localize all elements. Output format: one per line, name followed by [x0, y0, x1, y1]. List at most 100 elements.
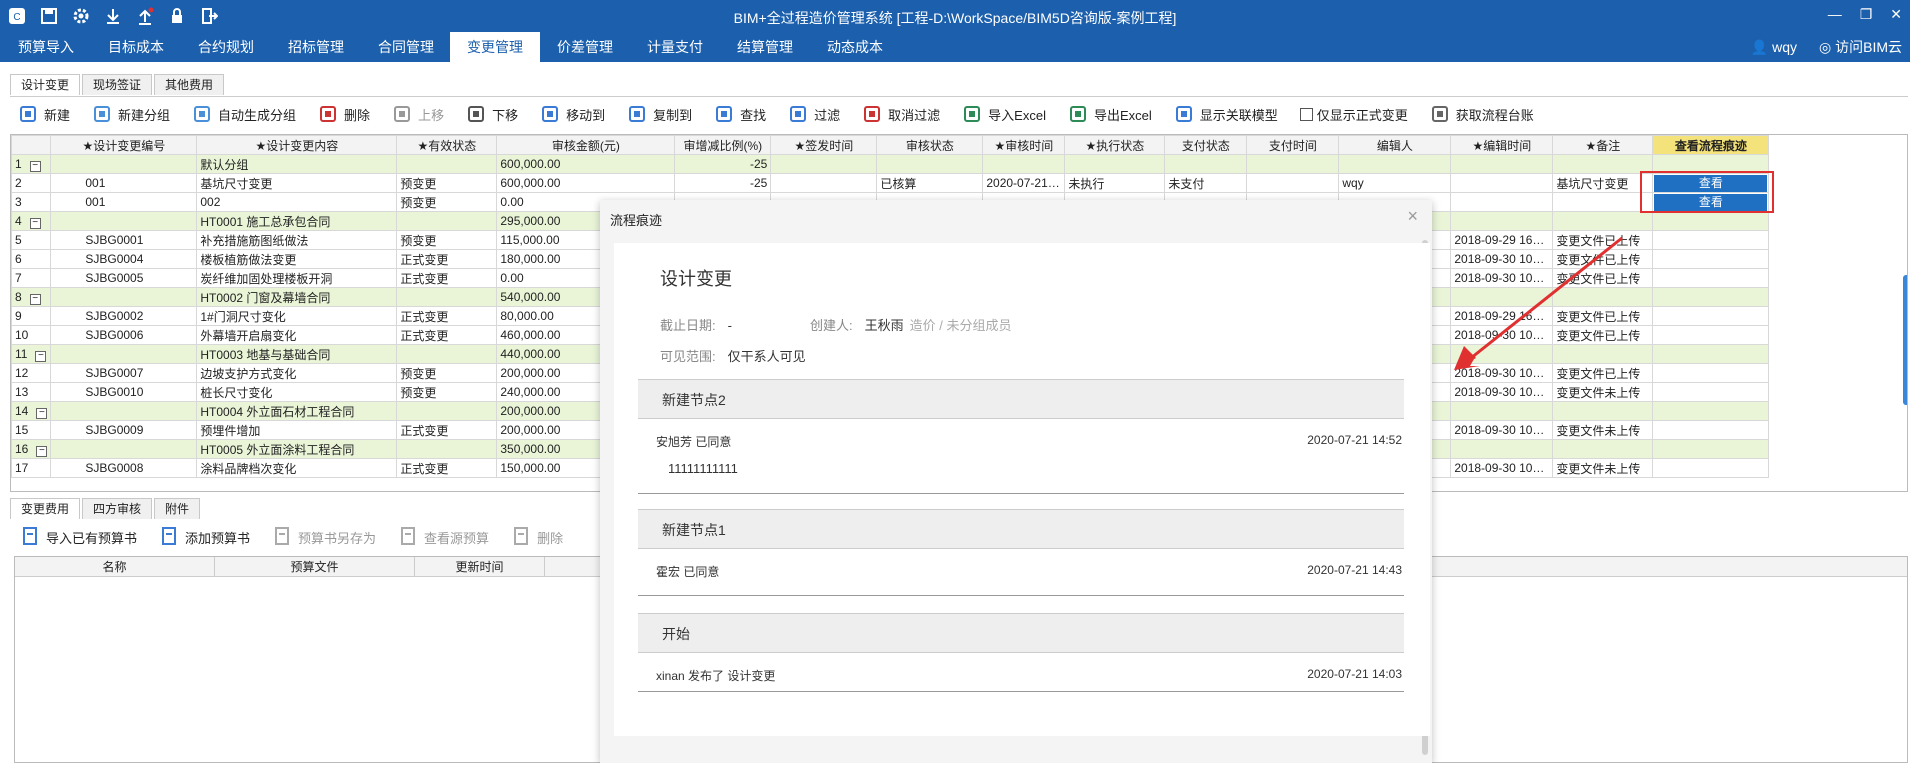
table-cell[interactable] — [1552, 154, 1654, 174]
table-cell[interactable]: 正式变更 — [396, 306, 498, 326]
table-cell[interactable]: 变更文件未上传 — [1552, 420, 1654, 440]
table-cell[interactable] — [1450, 439, 1554, 459]
column-header[interactable]: ★审核时间 — [982, 135, 1066, 155]
menu-change-management[interactable]: 变更管理 — [450, 32, 540, 62]
table-cell[interactable] — [1552, 439, 1654, 459]
minimize-icon[interactable]: — — [1828, 6, 1842, 23]
table-row[interactable]: 2 001 基坑尺寸变更 预变更 600,000.00 -25 已核算 2020-07-21…… — [11, 173, 1770, 193]
column-header[interactable]: 审核状态 — [876, 135, 984, 155]
table-cell[interactable]: 已核算 — [876, 173, 984, 193]
table-cell[interactable]: 边坡支护方式变化 — [196, 363, 398, 383]
toolbar-button[interactable]: 导入Excel — [962, 104, 1046, 126]
toolbar-button[interactable]: 取消过滤 — [862, 104, 940, 126]
toolbar-button[interactable]: 新建 — [18, 104, 70, 126]
collapse-icon[interactable]: − — [29, 293, 41, 305]
visit-bim-link[interactable]: ◎ 访问BIM云 — [1819, 32, 1902, 62]
table-cell[interactable]: 正式变更 — [396, 325, 498, 345]
table-cell[interactable]: SJBG0004 — [50, 249, 198, 269]
tab-attachments[interactable]: 附件 — [154, 498, 201, 519]
table-cell[interactable]: 默认分组 — [196, 154, 398, 174]
column-header[interactable]: 查看流程痕迹 — [1652, 135, 1770, 155]
column-header[interactable]: 支付状态 — [1164, 135, 1248, 155]
table-cell[interactable]: 600,000.00 — [496, 154, 676, 174]
table-cell[interactable] — [1338, 154, 1452, 174]
table-cell[interactable] — [1246, 173, 1340, 193]
toolbar-button[interactable]: 上移 — [392, 104, 444, 126]
table-cell[interactable]: 预变更 — [396, 363, 498, 383]
table-cell[interactable]: -25 — [674, 154, 772, 174]
menu-contract-plan[interactable]: 合约规划 — [188, 32, 264, 62]
table-cell[interactable]: 未支付 — [1164, 173, 1248, 193]
table-cell[interactable]: -25 — [674, 173, 772, 193]
table-cell[interactable]: 预变更 — [396, 173, 498, 193]
table-cell[interactable]: HT0005 外立面涂料工程合同 — [196, 439, 398, 459]
column-header[interactable]: ★编辑时间 — [1450, 135, 1554, 155]
column-header[interactable]: 审核金额(元) — [496, 135, 676, 155]
table-cell[interactable] — [1450, 192, 1554, 212]
menu-target-cost[interactable]: 目标成本 — [98, 32, 174, 62]
table-cell[interactable]: HT0003 地基与基础合同 — [196, 344, 398, 364]
table-cell[interactable] — [1450, 173, 1554, 193]
table-cell[interactable] — [876, 154, 984, 174]
table-cell[interactable]: 002 — [196, 192, 398, 212]
column-header[interactable]: ★执行状态 — [1064, 135, 1166, 155]
table-cell[interactable] — [396, 211, 498, 231]
table-cell[interactable]: 001 — [50, 192, 198, 212]
table-cell[interactable]: HT0004 外立面石材工程合同 — [196, 401, 398, 421]
column-header[interactable]: ★签发时间 — [770, 135, 878, 155]
restore-icon[interactable]: ❐ — [1860, 6, 1873, 23]
tab-change-fee[interactable]: 变更费用 — [10, 498, 81, 519]
table-cell[interactable]: SJBG0008 — [50, 458, 198, 478]
table-cell[interactable] — [396, 401, 498, 421]
column-header[interactable]: 审增减比例(%) — [674, 135, 772, 155]
toolbar-button[interactable]: 复制到 — [627, 104, 692, 126]
table-cell[interactable] — [396, 154, 498, 174]
table-cell[interactable] — [396, 439, 498, 459]
table-cell[interactable] — [770, 173, 878, 193]
menu-settlement[interactable]: 结算管理 — [727, 32, 803, 62]
table-cell[interactable] — [1450, 154, 1554, 174]
menu-measure-pay[interactable]: 计量支付 — [637, 32, 713, 62]
table-cell[interactable]: 涂料品牌档次变化 — [196, 458, 398, 478]
table-cell[interactable]: 预埋件增加 — [196, 420, 398, 440]
collapse-icon[interactable]: − — [29, 217, 41, 229]
grid-vertical-scrollbar[interactable] — [1903, 275, 1907, 405]
column-header[interactable]: 支付时间 — [1246, 135, 1340, 155]
table-cell[interactable] — [396, 287, 498, 307]
user-name[interactable]: 👤 wqy — [1751, 32, 1797, 62]
table-cell[interactable]: 正式变更 — [396, 249, 498, 269]
toolbar-button[interactable]: 仅显示正式变更 — [1299, 105, 1408, 124]
table-cell[interactable]: 变更文件未上传 — [1552, 458, 1654, 478]
toolbar-button[interactable]: 移动到 — [540, 104, 605, 126]
table-cell[interactable]: SJBG0002 — [50, 306, 198, 326]
tab-four-party-review[interactable]: 四方审核 — [82, 498, 153, 519]
column-header[interactable]: ★备注 — [1552, 135, 1654, 155]
menu-contract[interactable]: 合同管理 — [368, 32, 444, 62]
table-cell[interactable]: 2020-07-21… — [982, 173, 1066, 193]
table-cell[interactable] — [396, 344, 498, 364]
toolbar-button[interactable]: 查找 — [714, 104, 766, 126]
table-cell[interactable]: 补充措施筋图纸做法 — [196, 230, 398, 250]
column-header[interactable]: ★有效状态 — [396, 135, 498, 155]
table-cell[interactable]: 桩长尺寸变化 — [196, 382, 398, 402]
table-cell[interactable]: 600,000.00 — [496, 173, 676, 193]
bottom-toolbar-button[interactable]: 导入已有预算书 — [20, 526, 137, 548]
toolbar-button[interactable]: 显示关联模型 — [1174, 104, 1278, 126]
collapse-icon[interactable]: − — [29, 160, 41, 172]
column-header[interactable]: ★设计变更编号 — [50, 135, 198, 155]
table-cell[interactable] — [1064, 154, 1166, 174]
table-cell[interactable]: 预变更 — [396, 192, 498, 212]
table-cell[interactable] — [50, 439, 198, 459]
table-cell[interactable]: 基坑尺寸变更 — [196, 173, 398, 193]
table-cell[interactable]: SJBG0007 — [50, 363, 198, 383]
bottom-toolbar-button[interactable]: 预算书另存为 — [272, 526, 376, 548]
table-cell[interactable] — [1164, 154, 1248, 174]
toolbar-button[interactable]: 下移 — [466, 104, 518, 126]
menu-dynamic-cost[interactable]: 动态成本 — [817, 32, 893, 62]
table-cell[interactable] — [1450, 401, 1554, 421]
toolbar-button[interactable]: 新建分组 — [92, 104, 170, 126]
table-cell[interactable] — [1552, 401, 1654, 421]
toolbar-button[interactable]: 删除 — [318, 104, 370, 126]
table-cell[interactable] — [1552, 192, 1654, 212]
menu-budget-import[interactable]: 预算导入 — [8, 32, 84, 62]
